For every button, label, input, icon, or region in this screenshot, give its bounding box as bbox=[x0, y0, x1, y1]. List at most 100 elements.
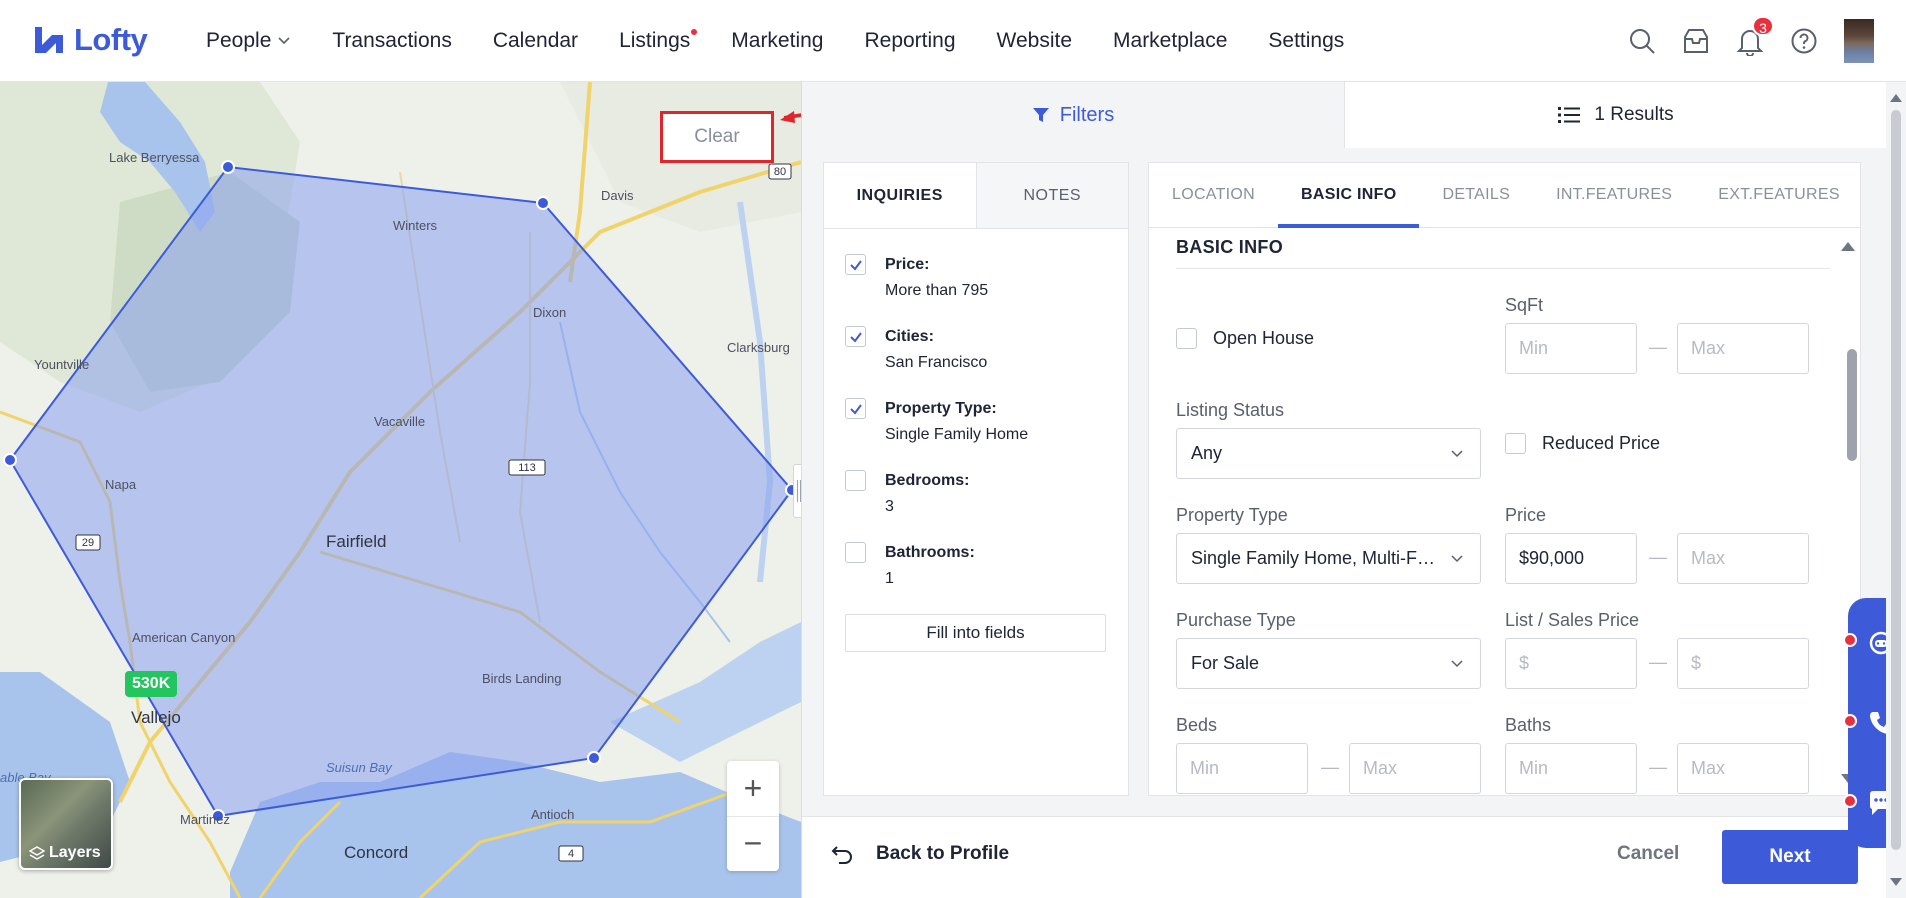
sqft-max-input[interactable]: Max bbox=[1677, 323, 1809, 374]
purchase-type-select[interactable]: For Sale bbox=[1176, 638, 1481, 689]
list-sales-price-min-input[interactable]: $ bbox=[1505, 638, 1637, 689]
chevron-down-icon bbox=[1451, 555, 1463, 563]
chevron-down-icon bbox=[278, 37, 290, 45]
list-sales-price-max-input[interactable]: $ bbox=[1677, 638, 1809, 689]
list-icon bbox=[1558, 107, 1581, 123]
tab-int-features[interactable]: INT.FEATURES bbox=[1533, 163, 1695, 227]
layers-icon bbox=[29, 846, 45, 860]
tab-filters[interactable]: Filters bbox=[802, 82, 1344, 148]
tab-results[interactable]: 1 Results bbox=[1344, 82, 1887, 148]
chat-notification-dot bbox=[1843, 794, 1857, 808]
open-house-toggle[interactable]: Open House bbox=[1176, 328, 1314, 349]
clear-polygon-button[interactable]: Clear bbox=[660, 111, 774, 163]
inquiry-value: San Francisco bbox=[885, 354, 988, 371]
map-label-lake-berryessa: Lake Berryessa bbox=[109, 150, 200, 165]
help-icon[interactable] bbox=[1788, 25, 1820, 57]
nav-listings-label: Listings bbox=[619, 29, 691, 52]
reduced-price-checkbox[interactable] bbox=[1505, 433, 1526, 454]
check-icon bbox=[849, 259, 862, 271]
inquiry-key: Price: bbox=[885, 256, 930, 273]
inquiry-value: More than 795 bbox=[885, 282, 989, 299]
cancel-button[interactable]: Cancel bbox=[1617, 843, 1679, 865]
beds-max-input[interactable]: Max bbox=[1349, 743, 1481, 794]
beds-min-input[interactable]: Min bbox=[1176, 743, 1308, 794]
baths-max-input[interactable]: Max bbox=[1677, 743, 1809, 794]
sqft-min-input[interactable]: Min bbox=[1505, 323, 1637, 374]
map-label-vacaville: Vacaville bbox=[374, 414, 426, 429]
baths-label: Baths bbox=[1505, 715, 1552, 735]
zoom-out-button[interactable]: − bbox=[727, 817, 779, 872]
property-type-select[interactable]: Single Family Home, Multi-Family bbox=[1176, 533, 1481, 584]
zoom-controls: + − bbox=[727, 761, 779, 871]
back-to-profile-button[interactable]: Back to Profile bbox=[830, 843, 1009, 865]
form-scrollbar[interactable] bbox=[1847, 349, 1857, 461]
nav-icon-group: 3 bbox=[1604, 0, 1906, 82]
fill-into-fields-button[interactable]: Fill into fields bbox=[845, 614, 1106, 652]
tab-location[interactable]: LOCATION bbox=[1149, 163, 1278, 227]
tab-ext-features[interactable]: EXT.FEATURES bbox=[1695, 163, 1860, 227]
range-separator: — bbox=[1649, 652, 1667, 672]
price-min-input[interactable]: $90,000 bbox=[1505, 533, 1637, 584]
nav-reporting[interactable]: Reporting bbox=[864, 29, 955, 53]
layers-toggle[interactable]: Layers bbox=[19, 778, 113, 870]
chevron-down-icon bbox=[1451, 660, 1463, 668]
tab-basic-info[interactable]: BASIC INFO bbox=[1278, 163, 1420, 228]
map-label-dixon: Dixon bbox=[533, 305, 567, 320]
bell-icon[interactable]: 3 bbox=[1734, 16, 1774, 57]
nav-transactions[interactable]: Transactions bbox=[332, 29, 451, 53]
lofty-logo[interactable]: Lofty bbox=[32, 22, 148, 58]
baths-min-input[interactable]: Min bbox=[1505, 743, 1637, 794]
check-icon bbox=[849, 403, 862, 415]
tab-inquiries[interactable]: INQUIRIES bbox=[824, 163, 976, 228]
nav-calendar-label: Calendar bbox=[492, 29, 579, 52]
reduced-price-toggle[interactable]: Reduced Price bbox=[1505, 433, 1660, 454]
collapse-section-icon[interactable] bbox=[1841, 242, 1855, 251]
nav-marketing[interactable]: Marketing bbox=[731, 29, 823, 53]
listing-price-marker[interactable]: 530K bbox=[125, 671, 178, 697]
nav-listings[interactable]: Listings bbox=[619, 29, 698, 53]
page-scrollbar[interactable] bbox=[1886, 82, 1906, 898]
listing-status-label: Listing Status bbox=[1176, 400, 1285, 420]
price-max-input[interactable]: Max bbox=[1677, 533, 1809, 584]
map-label-martinez: Martinez bbox=[180, 812, 230, 827]
cities-checkbox[interactable] bbox=[845, 326, 866, 347]
map-view[interactable]: 80 113 29 4 Lake Berryessa Winters Davis… bbox=[0, 82, 801, 898]
open-house-checkbox[interactable] bbox=[1176, 328, 1197, 349]
tab-results-label: 1 Results bbox=[1594, 104, 1674, 125]
open-house-label: Open House bbox=[1213, 328, 1315, 348]
scroll-up-arrow[interactable] bbox=[1890, 94, 1902, 102]
next-button[interactable]: Next bbox=[1722, 830, 1858, 884]
tab-notes[interactable]: NOTES bbox=[975, 163, 1128, 228]
beds-label: Beds bbox=[1176, 715, 1218, 735]
map-label-clarksburg: Clarksburg bbox=[727, 340, 790, 355]
inbox-icon[interactable] bbox=[1680, 25, 1712, 57]
nav-website[interactable]: Website bbox=[997, 29, 1072, 53]
map-label-suisun-bay: Suisun Bay bbox=[326, 760, 392, 775]
inquiry-item-bathrooms: Bathrooms: 1 bbox=[845, 542, 1108, 592]
nav-calendar[interactable]: Calendar bbox=[493, 29, 578, 53]
inquiry-item-price: Price: More than 795 bbox=[845, 254, 1108, 304]
layers-label-text: Layers bbox=[49, 844, 101, 861]
price-checkbox[interactable] bbox=[845, 254, 866, 275]
bedrooms-checkbox[interactable] bbox=[845, 470, 866, 491]
map-label-winters: Winters bbox=[393, 218, 438, 233]
tab-details[interactable]: DETAILS bbox=[1419, 163, 1533, 227]
property-type-checkbox[interactable] bbox=[845, 398, 866, 419]
range-separator: — bbox=[1649, 547, 1667, 567]
bathrooms-checkbox[interactable] bbox=[845, 542, 866, 563]
nav-settings[interactable]: Settings bbox=[1268, 29, 1344, 53]
nav-settings-label: Settings bbox=[1268, 29, 1345, 52]
listing-status-select[interactable]: Any bbox=[1176, 428, 1481, 479]
scroll-down-arrow[interactable] bbox=[1890, 878, 1902, 886]
property-type-value: Single Family Home, Multi-Family bbox=[1191, 548, 1441, 568]
user-avatar[interactable] bbox=[1844, 19, 1874, 63]
page-scroll-thumb[interactable] bbox=[1891, 110, 1901, 850]
nav-marketplace[interactable]: Marketplace bbox=[1113, 29, 1227, 53]
zoom-in-button[interactable]: + bbox=[727, 761, 779, 817]
inquiry-key: Bedrooms: bbox=[885, 472, 970, 489]
main-nav: People Transactions Calendar Listings Ma… bbox=[206, 0, 1385, 82]
chevron-down-icon bbox=[1451, 450, 1463, 458]
search-icon[interactable] bbox=[1626, 25, 1658, 57]
nav-people[interactable]: People bbox=[206, 29, 291, 53]
search-panel: Filters 1 Results INQUIRIES NOTES Price:… bbox=[801, 82, 1906, 898]
